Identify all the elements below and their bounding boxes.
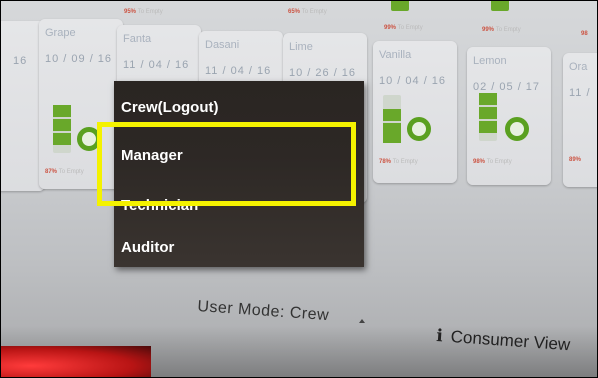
battery-icon — [491, 1, 509, 11]
menu-item-crew-logout[interactable]: Crew(Logout) — [121, 99, 218, 116]
product-name: Fanta — [123, 33, 152, 45]
status-ring-icon — [407, 117, 431, 141]
menu-item-manager[interactable]: Manager — [121, 147, 183, 164]
product-name: Lime — [289, 41, 313, 53]
top-level-label: 99% To Empty — [482, 27, 521, 33]
top-level-label: 98 — [581, 31, 588, 37]
caret-up-icon[interactable] — [359, 319, 365, 323]
product-date: 10 / 09 / 16 — [45, 53, 113, 65]
product-date: 10 / 04 / 16 — [379, 75, 447, 87]
level-label: 87% To Empty — [45, 169, 84, 175]
product-tile[interactable]: Ora 11 / 89% — [563, 53, 597, 187]
product-date: 02 / 05 / 17 — [473, 81, 541, 93]
menu-item-auditor[interactable]: Auditor — [121, 239, 174, 256]
product-date: 11 / — [569, 87, 591, 99]
kiosk-screen: 95% To Empty 65% To Empty 99% To Empty 9… — [0, 0, 598, 378]
status-ring-icon — [77, 127, 101, 151]
menu-item-technician[interactable]: Technician — [121, 197, 198, 214]
user-mode-toggle[interactable]: User Mode: Crew — [197, 298, 330, 325]
level-label: 98% To Empty — [473, 159, 512, 165]
product-date: 11 / 04 / 16 — [205, 65, 272, 77]
product-date: 10 / 26 / 16 — [289, 67, 357, 79]
level-label: 89% — [569, 157, 582, 163]
battery-icon — [53, 105, 71, 153]
top-level-label: 95% To Empty — [124, 9, 163, 15]
battery-icon — [391, 1, 409, 11]
product-date: 16 — [13, 55, 28, 67]
device-red-trim — [1, 346, 151, 377]
battery-icon — [479, 93, 497, 141]
user-mode-menu: Crew(Logout) Manager Technician Auditor — [114, 81, 364, 267]
product-date: 11 / 04 / 16 — [123, 59, 190, 71]
product-name: Dasani — [205, 39, 240, 51]
product-name: Vanilla — [379, 49, 412, 61]
product-tile[interactable]: Lemon 02 / 05 / 17 98% To Empty — [467, 47, 551, 185]
top-level-label: 99% To Empty — [384, 25, 423, 31]
product-tile[interactable]: Grape 10 / 09 / 16 87% To Empty — [39, 19, 123, 189]
top-level-label: 65% To Empty — [288, 9, 327, 15]
product-name: Grape — [45, 27, 76, 39]
battery-icon — [383, 95, 401, 143]
product-name: Lemon — [473, 55, 507, 67]
product-name: Ora — [569, 61, 588, 73]
info-icon: i — [435, 326, 444, 347]
level-label: 78% To Empty — [379, 159, 418, 165]
status-ring-icon — [505, 117, 529, 141]
product-tile[interactable]: Vanilla 10 / 04 / 16 78% To Empty — [373, 41, 457, 183]
